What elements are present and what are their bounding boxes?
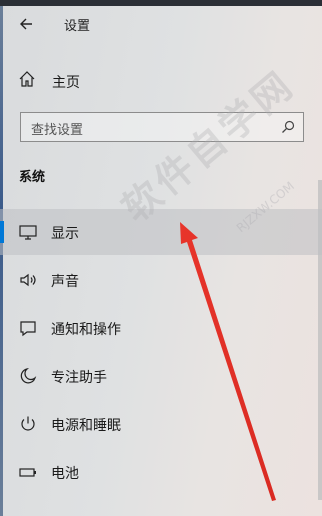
nav-item-focus-assist[interactable]: 专注助手 [0,353,322,399]
nav-item-battery[interactable]: 电池 [0,449,322,495]
window-title: 设置 [64,19,91,34]
notification-icon [20,321,36,337]
battery-icon [19,468,36,477]
home-icon [19,71,35,87]
selection-indicator [0,221,4,243]
nav-item-notifications[interactable]: 通知和操作 [0,305,322,351]
power-icon [21,416,35,431]
monitor-icon [19,225,37,240]
arrow-left-icon [20,18,32,30]
section-title: 系统 [19,170,46,185]
nav-label: 显示 [51,226,79,242]
home-label: 主页 [52,75,80,91]
nav-label: 通知和操作 [51,322,121,338]
nav-label: 专注助手 [51,370,107,386]
moon-icon [20,367,37,384]
nav-label: 声音 [51,274,79,290]
search-input[interactable]: 查找设置 [31,119,83,138]
back-button[interactable] [12,12,40,36]
speaker-icon [20,273,36,287]
search-icon[interactable] [281,120,295,134]
nav-label: 电池 [51,466,79,482]
nav-label: 电源和睡眠 [51,418,121,434]
nav-item-sound[interactable]: 声音 [0,257,322,303]
nav-item-power-sleep[interactable]: 电源和睡眠 [0,401,322,447]
taskbar-strip [0,0,322,6]
